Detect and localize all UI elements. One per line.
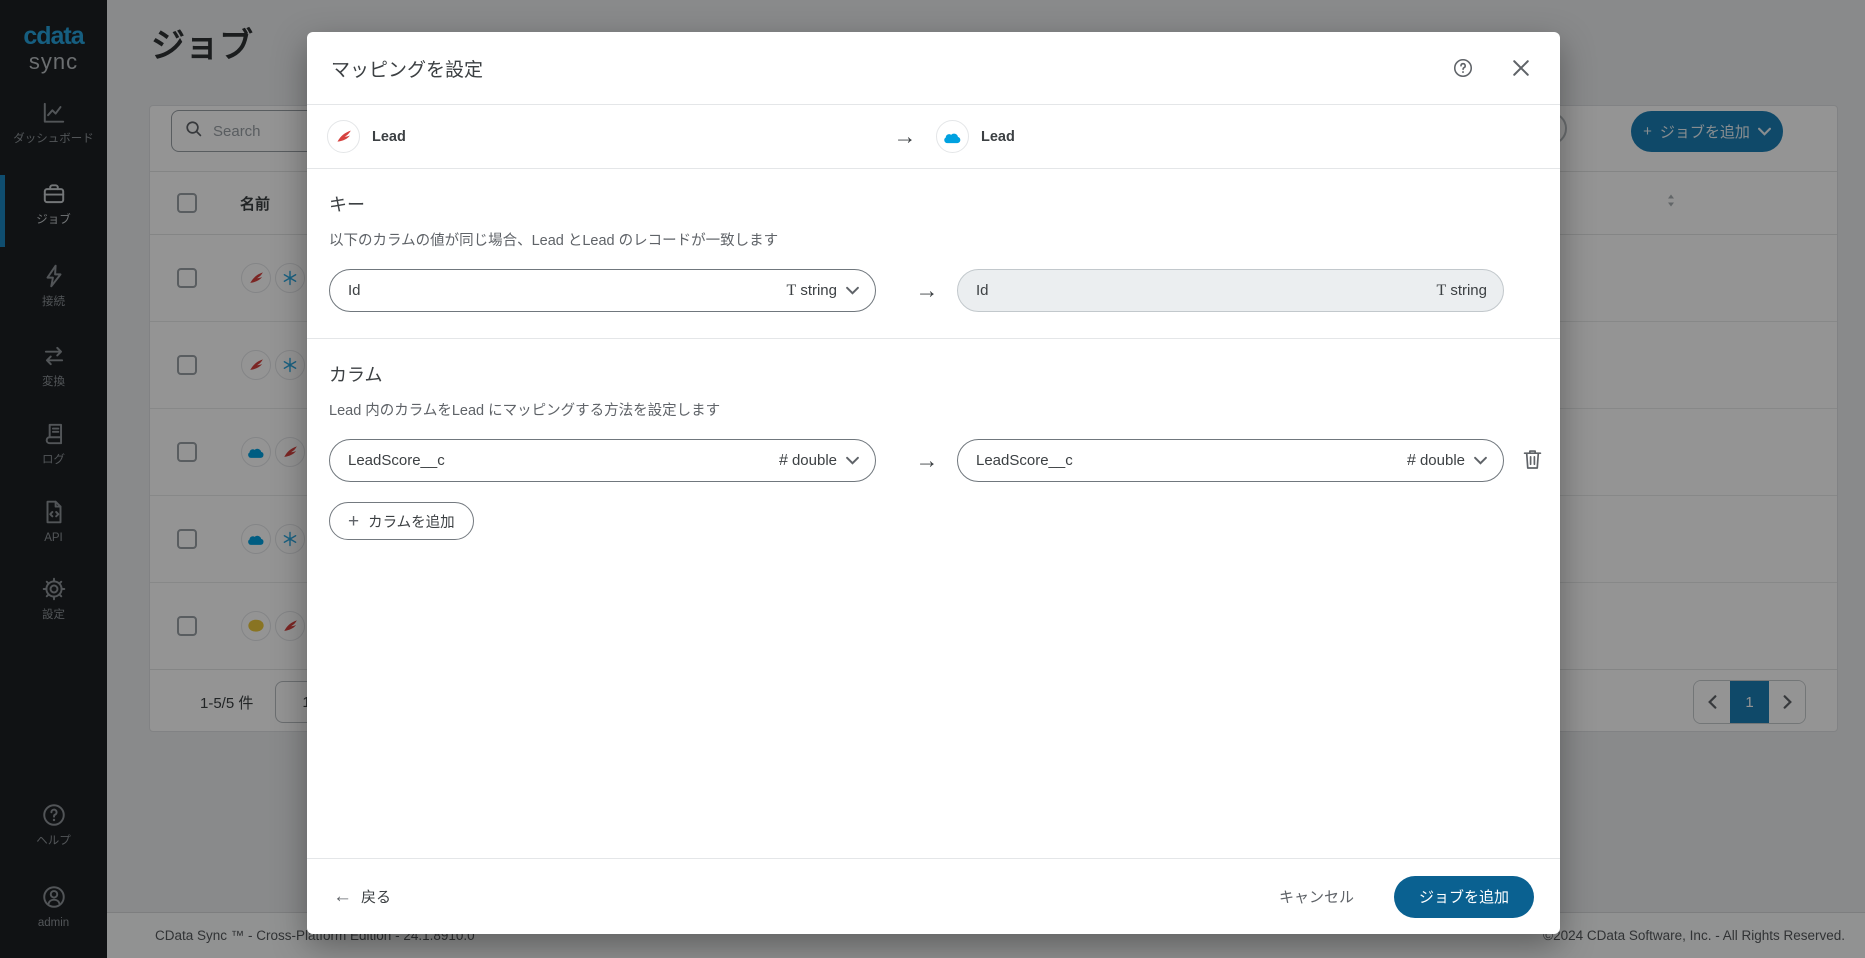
columns-section-title: カラム <box>329 339 1538 387</box>
delete-column-button[interactable] <box>1523 448 1542 473</box>
key-section: キー 以下のカラムの値が同じ場合、Lead とLead のレコードが一致します … <box>307 169 1560 339</box>
field-type: string <box>1450 282 1487 299</box>
arrow-right-icon: → <box>915 447 939 474</box>
double-type-icon: # <box>779 452 788 470</box>
columns-section: カラム Lead 内のカラムをLead にマッピングする方法を設定します Lea… <box>307 339 1560 540</box>
trash-icon <box>1523 448 1542 470</box>
close-icon <box>1512 59 1530 77</box>
column-target-field-dropdown[interactable]: LeadScore__c # double <box>957 439 1504 482</box>
close-button[interactable] <box>1506 53 1536 83</box>
column-source-field-dropdown[interactable]: LeadScore__c # double <box>329 439 876 482</box>
modal-footer: ← 戻る キャンセル ジョブを追加 <box>307 858 1560 934</box>
key-mapping-row: Id T string → Id T string <box>329 269 1538 312</box>
add-job-submit-button[interactable]: ジョブを追加 <box>1394 876 1534 918</box>
chevron-down-icon <box>1474 456 1487 465</box>
arrow-right-icon: → <box>915 277 939 304</box>
key-source-field-dropdown[interactable]: Id T string <box>329 269 876 312</box>
arrow-left-icon: ← <box>333 886 352 908</box>
endpoint-row: Lead → Lead <box>307 105 1560 169</box>
key-target-field: Id T string <box>957 269 1504 312</box>
field-type: double <box>1420 452 1465 469</box>
arrow-right-icon: → <box>893 123 917 150</box>
salesforce-icon <box>936 120 969 153</box>
field-name: LeadScore__c <box>976 452 1407 469</box>
field-name: Id <box>976 282 1437 299</box>
app-root: cdata sync ダッシュボード ジョブ 接続 変換 <box>0 0 1865 958</box>
field-type: double <box>792 452 837 469</box>
target-table-name: Lead <box>981 129 1015 145</box>
chevron-down-icon <box>846 456 859 465</box>
double-type-icon: # <box>1407 452 1416 470</box>
chevron-down-icon <box>846 286 859 295</box>
add-column-button-label: カラムを追加 <box>368 511 455 532</box>
key-section-title: キー <box>329 169 1538 217</box>
back-button-label: 戻る <box>361 886 391 907</box>
field-type: string <box>800 282 837 299</box>
column-mapping-row: LeadScore__c # double → LeadScore__c # d… <box>329 439 1538 482</box>
cancel-button[interactable]: キャンセル <box>1279 886 1354 907</box>
red-connector-icon <box>327 120 360 153</box>
string-type-icon: T <box>787 282 797 300</box>
field-name: LeadScore__c <box>348 452 779 469</box>
help-button[interactable] <box>1446 51 1480 85</box>
question-circle-icon <box>1452 57 1474 79</box>
columns-section-description: Lead 内のカラムをLead にマッピングする方法を設定します <box>329 399 1538 420</box>
source-table-name: Lead <box>372 129 406 145</box>
back-button[interactable]: ← 戻る <box>333 886 391 908</box>
target-endpoint: Lead <box>936 120 1015 153</box>
modal-header: マッピングを設定 <box>307 32 1560 105</box>
add-column-button[interactable]: + カラムを追加 <box>329 502 474 540</box>
mapping-modal: マッピングを設定 Lead → Lead <box>307 32 1560 934</box>
plus-icon: + <box>348 512 359 531</box>
string-type-icon: T <box>1437 282 1447 300</box>
key-section-description: 以下のカラムの値が同じ場合、Lead とLead のレコードが一致します <box>329 229 1538 250</box>
modal-title: マッピングを設定 <box>331 55 1446 82</box>
source-endpoint: Lead <box>327 120 406 153</box>
field-name: Id <box>348 282 787 299</box>
